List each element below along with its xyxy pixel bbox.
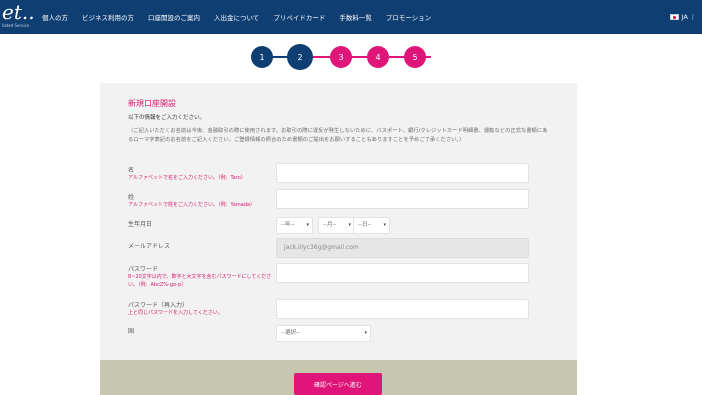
- chevron-down-icon: ▾: [306, 222, 309, 228]
- password-confirm-label: パスワード（再入力）: [128, 302, 189, 309]
- language-label: JA: [681, 13, 688, 21]
- nav-item-deposit-withdrawal[interactable]: 入出金について: [214, 12, 259, 22]
- nav-item-prepaid-card[interactable]: プリペイドカード: [273, 12, 325, 22]
- email-label: メールアドレス: [128, 243, 171, 250]
- top-navbar: et.. ilated Service 個人の方 ビジネス利用の方 口座開設のご…: [0, 0, 702, 34]
- country-select[interactable]: --選択-- ▾: [276, 325, 371, 342]
- dob-day-select[interactable]: --日-- ▾: [353, 217, 390, 234]
- logo-text: et..: [2, 0, 35, 24]
- last-name-field[interactable]: [276, 189, 529, 209]
- language-separator: |: [691, 13, 694, 21]
- chevron-down-icon: ▾: [348, 222, 351, 228]
- step-3: 3: [330, 46, 352, 68]
- last-name-label: 姓: [128, 194, 135, 201]
- registration-form: 新規口座開設 以下の情報をご入力ください。 （ご記入いただくお名前は今後、金融取…: [100, 83, 577, 395]
- proceed-to-confirm-button[interactable]: 確認ページへ進む: [294, 373, 382, 395]
- nav-item-account-opening[interactable]: 口座開設のご案内: [148, 12, 200, 22]
- nav-item-promotion[interactable]: プロモーション: [386, 12, 431, 22]
- password-confirm-field[interactable]: [276, 299, 529, 319]
- last-name-hint: アルファベットで姓をご入力ください。（例：Yamada）: [128, 202, 256, 208]
- dob-month-select[interactable]: --月-- ▾: [318, 217, 355, 234]
- form-note: （ご記入いただくお名前は今後、金融取引の際に使用されます。お取引の際に違反が発生…: [128, 128, 548, 143]
- dob-year-value: --年--: [281, 222, 295, 228]
- password-hint: 8~20文字以内で、数字と大文字を含むパスワードにしてください。（例：AbcZ%…: [128, 274, 272, 288]
- nav-item-business[interactable]: ビジネス利用の方: [82, 12, 134, 22]
- dob-day-value: --日--: [358, 222, 372, 228]
- step-1: 1: [251, 46, 273, 68]
- nav-links: 個人の方 ビジネス利用の方 口座開設のご案内 入出金について プリペイドカード …: [42, 0, 445, 34]
- form-subtitle: 以下の情報をご入力ください。: [128, 115, 206, 121]
- password-confirm-hint: 上と同じパスワードを入力してください。: [128, 310, 223, 316]
- nav-item-fees[interactable]: 手数料一覧: [339, 12, 372, 22]
- first-name-field[interactable]: [276, 163, 529, 183]
- first-name-hint: アルファベットで名をご入力ください。（例：Taro）: [128, 175, 246, 181]
- form-footer: 確認ページへ進む: [100, 360, 577, 395]
- logo-tagline: ilated Service: [2, 23, 30, 28]
- step-5: 5: [404, 46, 426, 68]
- first-name-label: 名: [128, 167, 135, 174]
- brand-logo[interactable]: et.. ilated Service: [0, 0, 35, 30]
- country-placeholder: --選択--: [281, 330, 300, 336]
- japan-flag-icon: [669, 14, 679, 20]
- form-title: 新規口座開設: [128, 99, 176, 108]
- email-field: jack.lilyc36g@gmail.com: [276, 238, 529, 258]
- dob-month-value: --月--: [323, 222, 337, 228]
- chevron-down-icon: ▾: [364, 330, 367, 336]
- step-2-current: 2: [287, 44, 313, 70]
- step-4: 4: [367, 46, 389, 68]
- chevron-down-icon: ▾: [383, 222, 386, 228]
- step-indicator: 1 2 3 4 5: [251, 44, 431, 70]
- dob-year-select[interactable]: --年-- ▾: [276, 217, 313, 234]
- language-selector[interactable]: JA |: [669, 13, 694, 21]
- nav-item-personal[interactable]: 個人の方: [42, 12, 68, 22]
- country-label: 国: [128, 328, 135, 335]
- password-label: パスワード: [128, 266, 159, 273]
- dob-label: 生年月日: [128, 221, 153, 228]
- password-field[interactable]: [276, 263, 529, 283]
